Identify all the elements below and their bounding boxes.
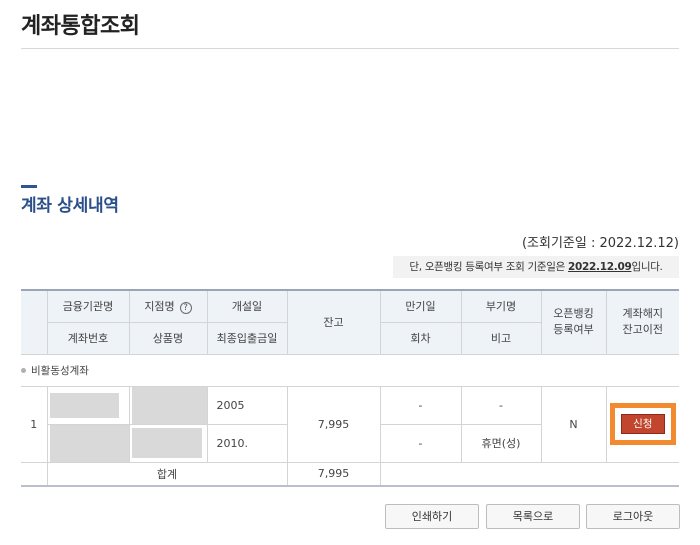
openbanking-notice: 단, 오픈뱅킹 등록여부 조회 기준일은 2022.12.09입니다. bbox=[393, 256, 679, 278]
group-row: 비활동성계좌 bbox=[21, 353, 679, 387]
table-row: 1 2005 7,995 - - N 신청 bbox=[21, 385, 679, 463]
group-label-cell: 비활동성계좌 bbox=[21, 353, 679, 387]
step-3-number: STEP.3 bbox=[369, 102, 410, 117]
question-circle-icon[interactable]: ? bbox=[179, 302, 192, 315]
header-round: 회차 bbox=[379, 321, 462, 355]
header-openbanking: 오픈뱅킹 등록여부 bbox=[540, 289, 607, 355]
product-cell bbox=[128, 423, 208, 463]
header-product: 상품명 bbox=[128, 321, 208, 355]
step-progress: STEP.1 개인정보 수집 및 이용동의 STEP.2 로그인 STEP.3 … bbox=[21, 94, 675, 142]
step-4-number: STEP.4 bbox=[533, 102, 574, 117]
total-index-cell bbox=[21, 461, 48, 487]
header-debtor: 부기명 bbox=[460, 289, 542, 323]
step-4-label: 잔고이전·해지 bbox=[533, 117, 606, 132]
header-last-transaction: 최종입출금일 bbox=[206, 321, 288, 355]
logout-button[interactable]: 로그아웃 bbox=[586, 504, 680, 529]
notice-suffix: 입니다. bbox=[631, 261, 663, 273]
step-2: STEP.2 로그인 bbox=[189, 94, 361, 142]
debtor-cell: - bbox=[460, 385, 542, 425]
apply-highlight: 신청 bbox=[609, 403, 676, 445]
header-index bbox=[21, 289, 48, 355]
header-account-number: 계좌번호 bbox=[46, 321, 130, 355]
header-open-date: 개설일 bbox=[206, 289, 288, 323]
total-balance: 7,995 bbox=[286, 461, 381, 487]
notice-prefix: 단, 오픈뱅킹 등록여부 조회 기준일은 bbox=[409, 261, 569, 273]
reference-date: (조회기준일 : 2022.12.12) bbox=[521, 236, 679, 251]
institution-cell bbox=[46, 385, 130, 425]
total-label: 합계 bbox=[46, 461, 288, 487]
notice-date: 2022.12.09 bbox=[568, 261, 632, 273]
balance-cell: 7,995 bbox=[286, 385, 381, 463]
page-title: 계좌통합조회 bbox=[21, 14, 140, 39]
header-branch-label: 지점명 bbox=[144, 300, 175, 314]
header-openbanking-label: 오픈뱅킹 등록여부 bbox=[553, 307, 594, 337]
step-2-number: STEP.2 bbox=[203, 102, 244, 117]
print-button[interactable]: 인쇄하기 bbox=[385, 504, 479, 529]
last-transaction-cell: 2010. bbox=[206, 423, 288, 463]
step-1-label: 개인정보 수집 및 이용동의 bbox=[33, 117, 172, 132]
step-2-label: 로그인 bbox=[203, 117, 238, 132]
group-label: 비활동성계좌 bbox=[21, 365, 89, 377]
last-transaction-value: 2010. bbox=[216, 436, 249, 450]
total-empty-cell bbox=[379, 461, 679, 487]
open-date-value: 2005 bbox=[216, 398, 245, 412]
step-3-label: 계좌통합조회 bbox=[369, 117, 439, 132]
terminate-cell: 신청 bbox=[605, 385, 679, 463]
row-index: 1 bbox=[21, 385, 48, 463]
header-maturity: 만기일 bbox=[379, 289, 462, 323]
openbanking-cell: N bbox=[540, 385, 607, 463]
header-institution: 금융기관명 bbox=[46, 289, 130, 323]
header-branch: 지점명? bbox=[128, 289, 208, 323]
header-remark: 비고 bbox=[460, 321, 542, 355]
redacted-branch bbox=[131, 386, 207, 424]
apply-button[interactable]: 신청 bbox=[620, 414, 665, 434]
step-4: STEP.4 잔고이전·해지 bbox=[505, 94, 675, 142]
redacted-account-number bbox=[49, 424, 129, 462]
section-title-accent bbox=[21, 185, 37, 188]
redacted-product bbox=[131, 428, 202, 458]
maturity-cell: - bbox=[379, 385, 462, 425]
total-row: 합계 7,995 bbox=[21, 461, 679, 487]
section-title: 계좌 상세내역 bbox=[21, 196, 119, 216]
header-terminate-label: 계좌해지 잔고이전 bbox=[622, 307, 663, 337]
account-detail-table: 금융기관명 지점명? 개설일 잔고 만기일 부기명 오픈뱅킹 등록여부 계좌해지… bbox=[21, 289, 679, 487]
title-divider bbox=[21, 48, 679, 49]
open-date-cell: 2005 bbox=[206, 385, 288, 425]
branch-cell bbox=[128, 385, 208, 425]
list-button[interactable]: 목록으로 bbox=[486, 504, 580, 529]
header-terminate: 계좌해지 잔고이전 bbox=[605, 289, 679, 355]
step-3: STEP.3 계좌통합조회 bbox=[341, 94, 519, 142]
redacted-institution bbox=[49, 392, 119, 418]
account-number-cell bbox=[46, 423, 130, 463]
step-1-number: STEP.1 bbox=[33, 102, 74, 117]
header-balance: 잔고 bbox=[286, 289, 381, 355]
step-1: STEP.1 개인정보 수집 및 이용동의 bbox=[21, 94, 195, 142]
round-cell: - bbox=[379, 423, 462, 463]
remark-cell: 휴면(성) bbox=[460, 423, 542, 463]
